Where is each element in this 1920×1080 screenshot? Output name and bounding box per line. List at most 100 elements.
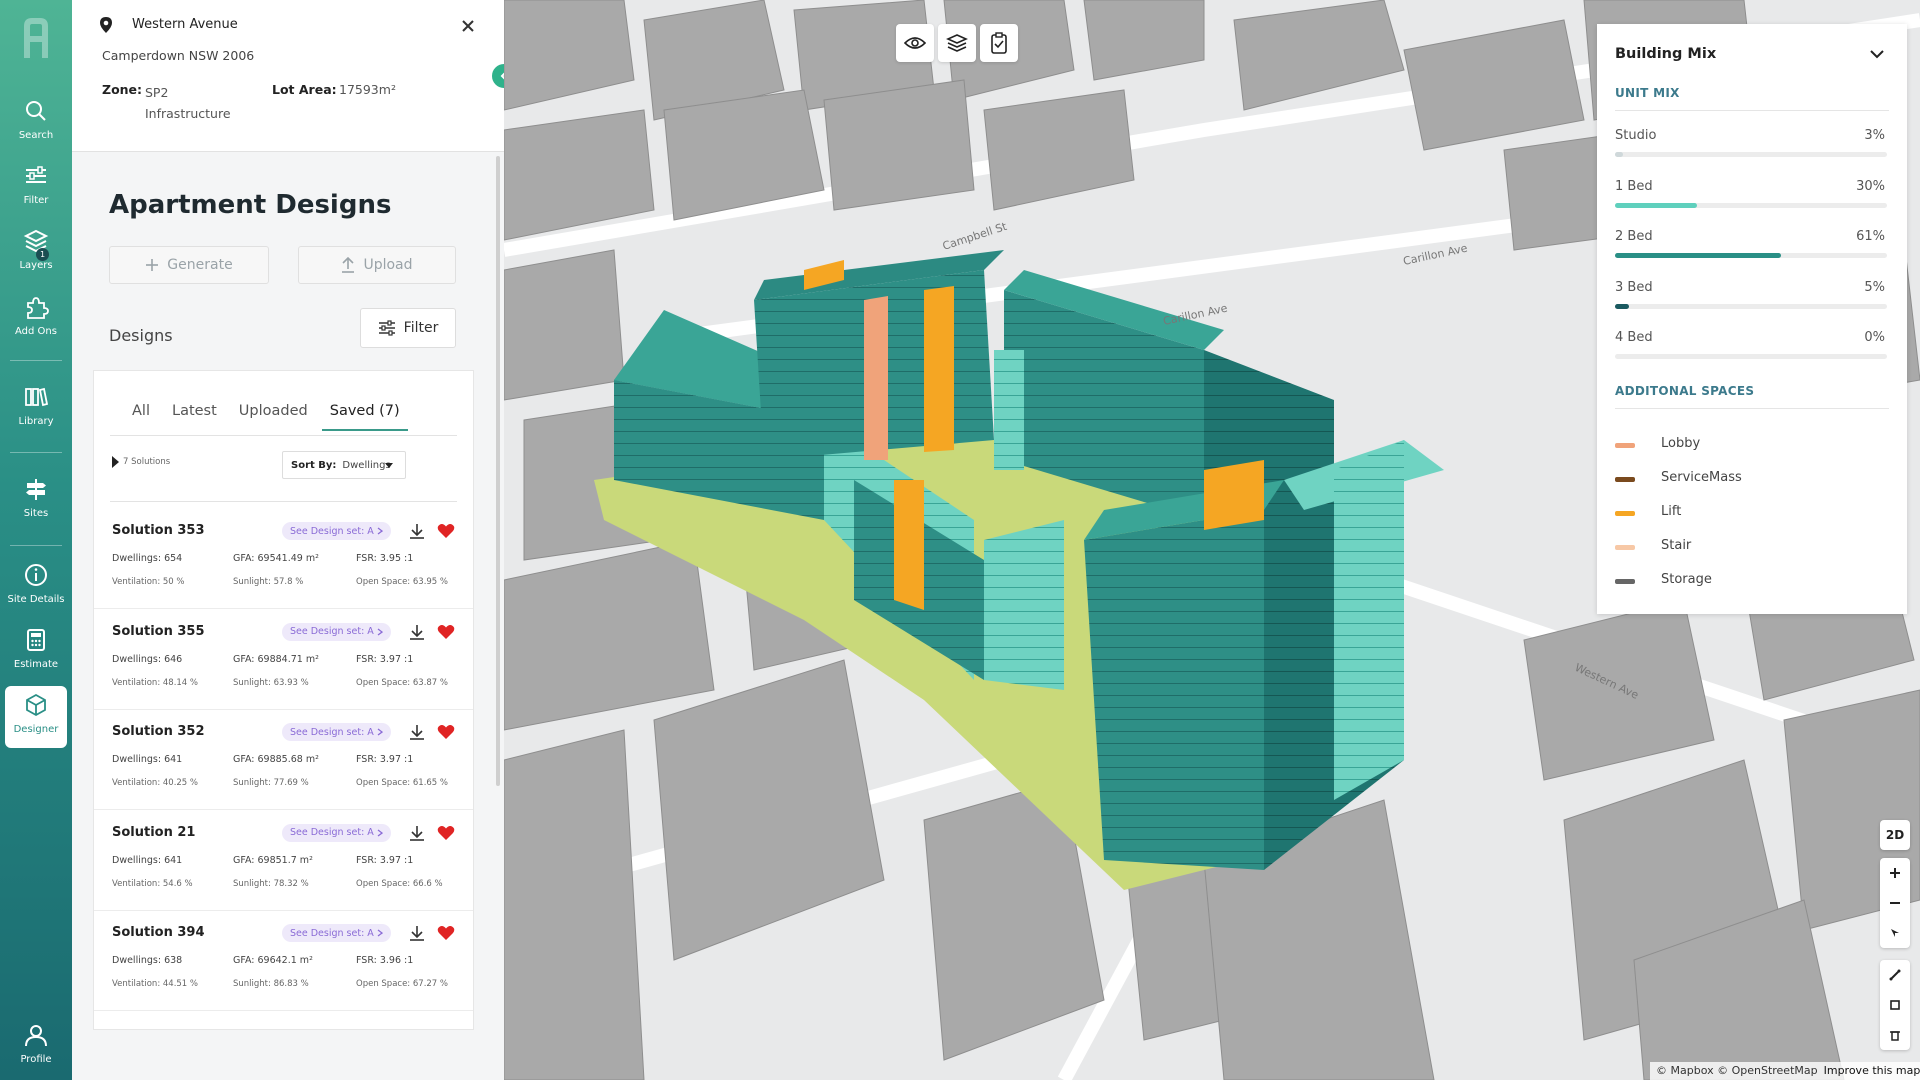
layers-button[interactable] <box>938 24 976 62</box>
improve-map-link[interactable]: Improve this map <box>1824 1064 1920 1077</box>
space-swatch <box>1615 511 1635 516</box>
map-attribution: © Mapbox © OpenStreetMap Improve this map <box>1650 1062 1920 1080</box>
rail-label: Estimate <box>13 659 59 670</box>
see-design-set-link[interactable]: See Design set: A <box>282 924 391 942</box>
draw-polygon-button[interactable] <box>1880 990 1910 1020</box>
close-icon[interactable] <box>460 18 476 34</box>
upload-button[interactable]: Upload <box>298 246 456 284</box>
tab-saved[interactable]: Saved (7) <box>321 403 408 431</box>
see-design-set-link[interactable]: See Design set: A <box>282 522 391 540</box>
checklist-button[interactable] <box>980 24 1018 62</box>
toggle-2d-button[interactable]: 2D <box>1880 820 1910 850</box>
draw-line-button[interactable] <box>1880 960 1910 990</box>
solution-open-space: Open Space: 63.87 % <box>356 677 448 688</box>
rail-divider <box>10 360 62 361</box>
attribution-text[interactable]: © Mapbox © OpenStreetMap <box>1656 1064 1818 1077</box>
clipboard-check-icon <box>991 32 1007 54</box>
unit-mix-bar-fill <box>1615 152 1624 157</box>
designs-list-card: All Latest Uploaded Saved (7) 7 Solution… <box>93 370 474 1030</box>
solution-ventilation: Ventilation: 40.25 % <box>112 778 198 788</box>
visibility-button[interactable] <box>896 24 934 62</box>
rail-sites[interactable]: Sites <box>0 470 72 532</box>
solution-ventilation: Ventilation: 44.51 % <box>112 979 198 989</box>
download-icon[interactable] <box>408 723 426 741</box>
heart-icon[interactable] <box>437 723 455 741</box>
zoom-out-button[interactable] <box>1880 888 1910 918</box>
download-icon[interactable] <box>408 522 426 540</box>
rail-label: Add Ons <box>15 326 57 337</box>
generate-button[interactable]: Generate <box>109 246 269 284</box>
space-swatch <box>1615 443 1635 448</box>
unit-mix-bar <box>1615 303 1887 309</box>
rail-estimate[interactable]: Estimate <box>0 621 72 683</box>
download-icon[interactable] <box>408 924 426 942</box>
chevron-right-icon <box>377 527 383 535</box>
cube-icon <box>26 693 46 717</box>
delete-button[interactable] <box>1880 1020 1910 1050</box>
see-design-set-link[interactable]: See Design set: A <box>282 823 391 842</box>
solution-fsr: FSR: 3.97 :1 <box>356 854 414 866</box>
rail-label: Filter <box>23 195 49 206</box>
solution-card[interactable]: Solution 353 See Design set: A Dwellings:… <box>94 509 473 609</box>
chevron-right-icon <box>377 728 383 736</box>
unit-mix-heading: UNIT MIX <box>1615 86 1680 100</box>
solution-sunlight: Sunlight: 78.32 % <box>233 878 309 889</box>
rail-site-details[interactable]: Site Details <box>0 556 72 618</box>
additional-spaces-heading: ADDITONAL SPACES <box>1615 384 1755 398</box>
site-info: Western Avenue Camperdown NSW 2006 Zone:… <box>72 0 504 152</box>
compass-button[interactable] <box>1880 918 1910 948</box>
solution-fsr: FSR: 3.95 :1 <box>356 553 414 564</box>
rail-library[interactable]: Library <box>0 378 72 440</box>
rail-search[interactable]: Search <box>0 92 72 154</box>
page-title: Apartment Designs <box>109 190 392 220</box>
eye-icon <box>904 37 926 49</box>
layers-icon <box>946 34 968 52</box>
space-label: Lobby <box>1661 436 1701 451</box>
filter-label: Filter <box>403 320 439 336</box>
panel-scrollbar[interactable] <box>496 156 500 786</box>
generate-label: Generate <box>167 257 233 273</box>
solution-card[interactable]: Solution 352 See Design set: A Dwellings:… <box>94 710 473 810</box>
solution-card[interactable]: Solution 394 See Design set: A Dwellings:… <box>94 911 473 1011</box>
tab-latest[interactable]: Latest <box>164 403 225 431</box>
solutions-toggle[interactable]: 7 Solutions <box>112 456 170 468</box>
filter-button[interactable]: Filter <box>360 308 456 348</box>
rail-filter[interactable]: Filter <box>0 157 72 219</box>
rail-designer[interactable]: Designer <box>5 686 67 748</box>
sort-label: Sort By: <box>291 459 337 471</box>
solution-name: Solution 355 <box>112 623 205 639</box>
rail-label: Designer <box>13 724 59 735</box>
solution-name: Solution 394 <box>112 925 205 940</box>
see-design-set-link[interactable]: See Design set: A <box>282 723 391 741</box>
download-icon[interactable] <box>408 824 426 842</box>
heart-icon[interactable] <box>437 522 455 540</box>
chevron-down-icon[interactable] <box>1869 46 1885 62</box>
rail-label: Profile <box>20 1054 52 1065</box>
unit-mix-bar-fill <box>1615 202 1697 208</box>
solution-card[interactable]: Solution 355 See Design set: A Dwellings:… <box>94 610 473 710</box>
unit-mix-bar-fill <box>1615 303 1629 309</box>
line-icon <box>1889 969 1901 981</box>
solution-card[interactable]: Solution 21 See Design set: A Dwellings: … <box>94 811 473 911</box>
download-icon[interactable] <box>408 623 426 641</box>
section-divider <box>1615 110 1889 111</box>
unit-type-percent: 30% <box>1856 178 1885 194</box>
tab-all[interactable]: All <box>124 403 158 431</box>
heart-icon[interactable] <box>437 623 455 641</box>
see-design-set-link[interactable]: See Design set: A <box>282 622 391 641</box>
rail-profile[interactable]: Profile <box>0 1016 72 1078</box>
rail-layers[interactable]: 1 Layers <box>0 222 72 284</box>
nav-rail: Search Filter 1 Layers Add Ons Library S… <box>0 0 72 1080</box>
solution-sunlight: Sunlight: 57.8 % <box>233 577 304 587</box>
heart-icon[interactable] <box>437 924 455 942</box>
unit-type-label: 4 Bed <box>1615 330 1653 345</box>
solution-dwellings: Dwellings: 654 <box>112 553 183 564</box>
sort-select[interactable]: Sort By: Dwellings <box>282 451 406 479</box>
zoom-in-button[interactable] <box>1880 858 1910 888</box>
space-swatch <box>1615 545 1635 550</box>
rail-add-ons[interactable]: Add Ons <box>0 288 72 350</box>
heart-icon[interactable] <box>437 824 455 842</box>
site-suburb: Camperdown NSW 2006 <box>102 48 255 63</box>
compass-icon <box>1891 929 1899 937</box>
tab-uploaded[interactable]: Uploaded <box>231 403 316 431</box>
